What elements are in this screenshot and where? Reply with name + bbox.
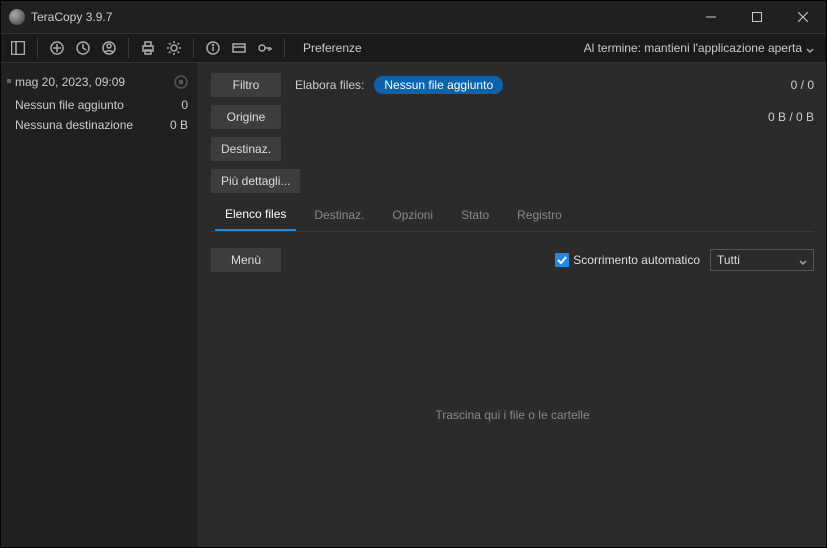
size-ratio: 0 B / 0 B bbox=[768, 110, 814, 124]
app-title: TeraCopy 3.9.7 bbox=[31, 10, 112, 24]
job-marker-icon bbox=[7, 79, 11, 83]
toolbar-separator bbox=[193, 38, 194, 58]
maximize-button[interactable] bbox=[734, 1, 780, 33]
job-files-label: Nessun file aggiunto bbox=[15, 98, 124, 112]
tab-status[interactable]: Stato bbox=[451, 200, 499, 230]
app-logo-icon bbox=[9, 9, 25, 25]
origin-button[interactable]: Origine bbox=[211, 105, 281, 129]
list-subbar: Menù Scorrimento automatico Tutti bbox=[199, 238, 826, 282]
drop-hint: Trascina qui i file o le cartelle bbox=[435, 408, 589, 422]
checkbox-checked-icon bbox=[555, 253, 569, 267]
toolbar: Preferenze Al termine: mantieni l'applic… bbox=[1, 33, 826, 63]
on-finish-dropdown[interactable]: Al termine: mantieni l'applicazione aper… bbox=[584, 41, 820, 55]
tab-file-list[interactable]: Elenco files bbox=[215, 199, 296, 231]
info-icon[interactable] bbox=[202, 37, 224, 59]
on-finish-label: Al termine: mantieni l'applicazione aper… bbox=[584, 41, 802, 55]
job-status-icon bbox=[174, 75, 188, 89]
drop-area[interactable]: Trascina qui i file o le cartelle bbox=[199, 282, 826, 547]
tabs: Elenco files Destinaz. Opzioni Stato Reg… bbox=[211, 199, 814, 232]
job-dest-label: Nessuna destinazione bbox=[15, 118, 133, 132]
close-button[interactable] bbox=[780, 1, 826, 33]
main-layout: mag 20, 2023, 09:09 Nessun file aggiunto… bbox=[1, 63, 826, 547]
job-timestamp: mag 20, 2023, 09:09 bbox=[15, 75, 125, 89]
no-file-pill[interactable]: Nessun file aggiunto bbox=[374, 76, 503, 94]
tab-options[interactable]: Opzioni bbox=[382, 200, 443, 230]
minimize-button[interactable] bbox=[688, 1, 734, 33]
history-icon[interactable] bbox=[72, 37, 94, 59]
preferences-link[interactable]: Preferenze bbox=[303, 41, 362, 55]
autoscroll-label: Scorrimento automatico bbox=[573, 253, 700, 267]
job-dest-row: Nessuna destinazione 0 B bbox=[1, 115, 198, 135]
menu-button[interactable]: Menù bbox=[211, 248, 281, 272]
panel-toggle-icon[interactable] bbox=[7, 37, 29, 59]
chevron-down-icon bbox=[799, 256, 807, 264]
add-icon[interactable] bbox=[46, 37, 68, 59]
file-count: 0 / 0 bbox=[791, 78, 814, 92]
settings-icon[interactable] bbox=[163, 37, 185, 59]
toolbar-separator bbox=[284, 38, 285, 58]
filter-button[interactable]: Filtro bbox=[211, 73, 281, 97]
job-files-value: 0 bbox=[181, 98, 188, 112]
more-details-button[interactable]: Più dettagli... bbox=[211, 169, 300, 193]
window-icon[interactable] bbox=[228, 37, 250, 59]
autoscroll-checkbox[interactable]: Scorrimento automatico bbox=[555, 253, 700, 267]
filter-select[interactable]: Tutti bbox=[710, 249, 814, 271]
job-entry[interactable]: mag 20, 2023, 09:09 bbox=[1, 69, 198, 95]
user-icon[interactable] bbox=[98, 37, 120, 59]
chevron-down-icon bbox=[806, 44, 814, 52]
tab-destination[interactable]: Destinaz. bbox=[304, 200, 374, 230]
key-icon[interactable] bbox=[254, 37, 276, 59]
title-bar: TeraCopy 3.9.7 bbox=[1, 1, 826, 33]
toolbar-separator bbox=[37, 38, 38, 58]
main-panel: Filtro Elabora files: Nessun file aggiun… bbox=[199, 63, 826, 547]
job-dest-value: 0 B bbox=[170, 118, 188, 132]
toolbar-separator bbox=[128, 38, 129, 58]
process-label: Elabora files: bbox=[295, 78, 364, 92]
destination-button[interactable]: Destinaz. bbox=[211, 137, 281, 161]
job-files-row: Nessun file aggiunto 0 bbox=[1, 95, 198, 115]
print-icon[interactable] bbox=[137, 37, 159, 59]
filter-select-value: Tutti bbox=[717, 253, 740, 267]
sidebar: mag 20, 2023, 09:09 Nessun file aggiunto… bbox=[1, 63, 199, 547]
tab-log[interactable]: Registro bbox=[507, 200, 572, 230]
